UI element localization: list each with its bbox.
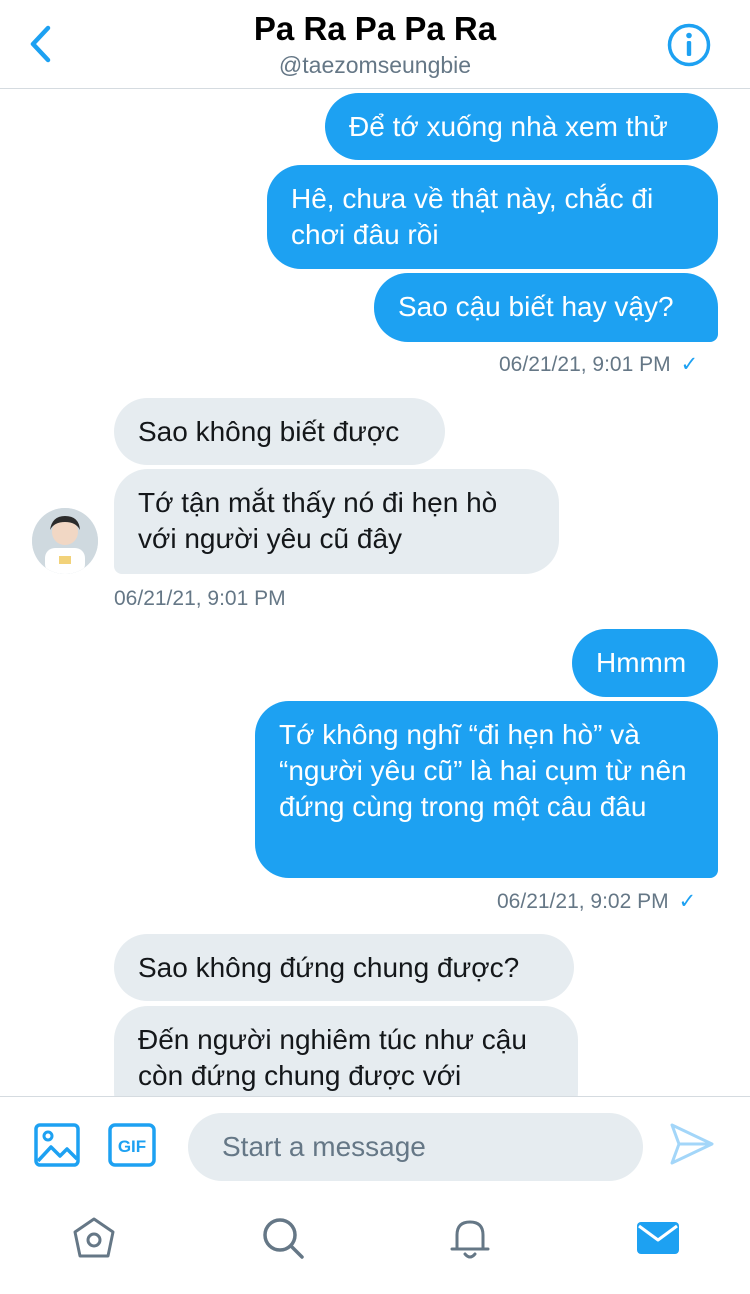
message-bubble-incoming[interactable]: Tớ tận mắt thấy nó đi hẹn hò với người y…: [114, 469, 559, 574]
message-bubble-outgoing[interactable]: Hmmm: [572, 629, 718, 697]
search-icon: [263, 1218, 304, 1259]
tab-home[interactable]: [70, 1214, 118, 1262]
message-timestamp: 06/21/21, 9:02 PM ✓: [497, 889, 696, 914]
info-circle-icon: [667, 23, 711, 67]
add-gif-button[interactable]: GIF: [108, 1123, 156, 1167]
message-bubble-incoming[interactable]: Sao không đứng chung được?: [114, 934, 574, 1001]
message-input[interactable]: [188, 1113, 643, 1181]
avatar[interactable]: [32, 508, 98, 574]
timestamp-text: 06/21/21, 9:01 PM: [499, 353, 671, 376]
tab-messages[interactable]: [634, 1214, 682, 1262]
message-bubble-outgoing[interactable]: Hê, chưa về thật này, chắc đi chơi đâu r…: [267, 165, 718, 269]
timestamp-text: 06/21/21, 9:02 PM: [497, 890, 669, 913]
tab-notifications[interactable]: [446, 1214, 494, 1262]
bell-icon: [450, 1220, 490, 1259]
mail-icon: [637, 1222, 679, 1254]
add-photo-button[interactable]: [34, 1123, 80, 1167]
tab-search[interactable]: [259, 1214, 307, 1262]
message-bubble-outgoing[interactable]: Để tớ xuống nhà xem thử: [325, 93, 718, 160]
user-photo-icon: [32, 508, 98, 574]
image-icon: [34, 1123, 80, 1167]
conversation-title[interactable]: Pa Ra Pa Pa Ra: [0, 10, 750, 48]
info-button[interactable]: [666, 22, 712, 68]
gif-icon: GIF: [108, 1123, 156, 1167]
send-icon: [670, 1123, 714, 1165]
message-timestamp: 06/21/21, 9:01 PM ✓: [499, 352, 698, 377]
conversation-handle: @taezomseungbie: [278, 52, 472, 78]
message-timestamp: 06/21/21, 9:01 PM: [114, 587, 286, 610]
home-icon: [73, 1217, 115, 1258]
read-check-icon: ✓: [680, 353, 699, 376]
message-bubble-incoming[interactable]: Sao không biết được: [114, 398, 445, 465]
bottom-tab-bar: [0, 1196, 750, 1294]
message-bubble-outgoing[interactable]: Sao cậu biết hay vậy?: [374, 273, 718, 342]
message-composer: GIF: [0, 1096, 750, 1197]
send-button[interactable]: [668, 1121, 716, 1167]
read-check-icon: ✓: [678, 890, 697, 913]
conversation-header: Pa Ra Pa Pa Ra @taezomseungbie: [0, 0, 750, 89]
message-bubble-outgoing[interactable]: Tớ không nghĩ “đi hẹn hò” và “người yêu …: [255, 701, 718, 878]
gif-label: GIF: [118, 1137, 146, 1156]
